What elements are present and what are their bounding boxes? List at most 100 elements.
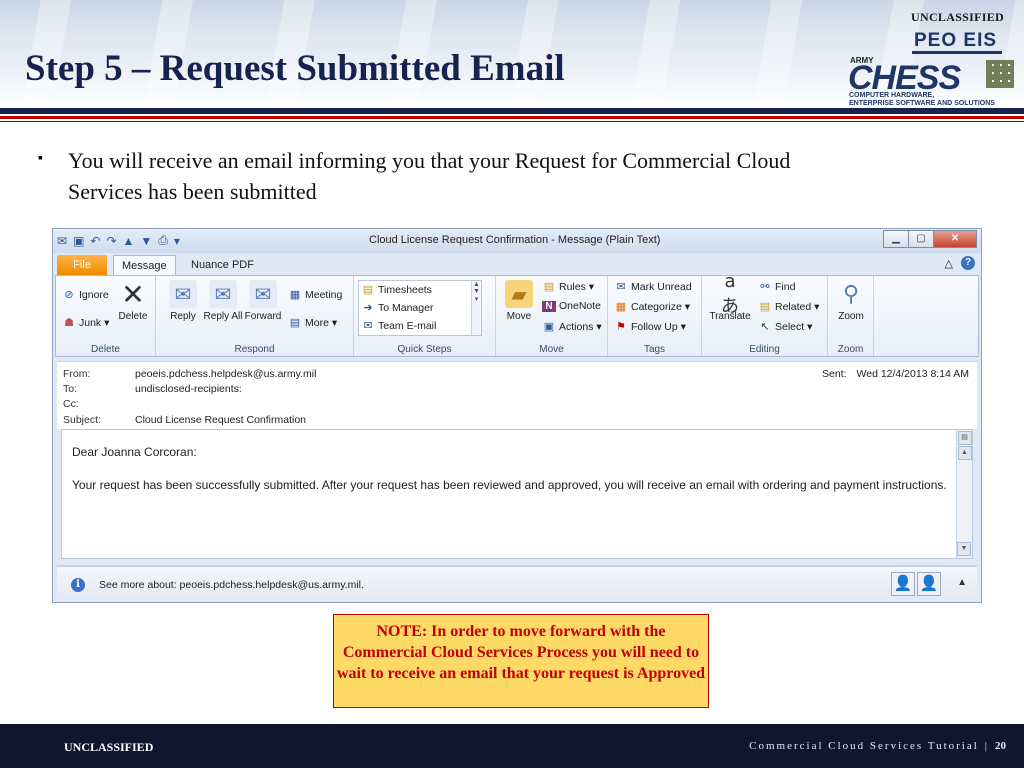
down-arrow-icon[interactable]: ▼ xyxy=(140,234,152,248)
slide-header: UNCLASSIFIED Step 5 – Request Submitted … xyxy=(0,0,1024,108)
timesheets-icon: ▤ xyxy=(362,284,374,296)
message-body[interactable]: Dear Joanna Corcoran: Your request has b… xyxy=(61,429,973,559)
translate-button[interactable]: aあ Translate xyxy=(706,271,754,323)
header-rule-navy xyxy=(0,108,1024,114)
categorize-label: Categorize ▾ xyxy=(631,300,690,313)
up-arrow-icon[interactable]: ▲ xyxy=(123,234,135,248)
move-label: Move xyxy=(506,311,532,322)
reply-all-label: Reply All xyxy=(203,311,243,322)
move-folder-icon: ▰ xyxy=(505,280,533,308)
ribbon-tabs: File Message Nuance PDF △ ? xyxy=(53,253,981,275)
note-box: NOTE: In order to move forward with the … xyxy=(333,614,709,708)
junk-button[interactable]: ☗ Junk ▾ xyxy=(62,316,110,330)
magnifier-icon: ⚲ xyxy=(842,281,860,306)
redo-icon[interactable]: ↷ xyxy=(106,234,116,248)
from-value[interactable]: peoeis.pdchess.helpdesk@us.army.mil xyxy=(135,368,316,380)
contact-avatars: 👤 👤 xyxy=(891,572,941,596)
page-number: 20 xyxy=(995,740,1006,752)
scroll-up-arrow-icon[interactable]: ▲ xyxy=(957,446,972,460)
reply-all-button[interactable]: ✉ Reply All xyxy=(202,280,244,322)
quick-step-team-email[interactable]: ✉ Team E-mail xyxy=(361,319,436,333)
mark-unread-label: Mark Unread xyxy=(631,280,692,293)
mail-icon[interactable]: ✉ xyxy=(57,234,67,248)
delete-button[interactable]: ✕ Delete xyxy=(112,279,154,323)
categorize-button[interactable]: ▦ Categorize ▾ xyxy=(614,300,690,314)
quick-step-timesheets[interactable]: ▤ Timesheets xyxy=(361,283,432,297)
quick-step-to-manager[interactable]: ➜ To Manager xyxy=(361,301,433,315)
follow-up-button[interactable]: ⚑ Follow Up ▾ xyxy=(614,320,686,334)
header-rule-red xyxy=(0,116,1024,119)
rules-button[interactable]: ▤ Rules ▾ xyxy=(542,280,594,294)
cursor-icon: ↖ xyxy=(760,321,770,333)
customize-toolbar-icon[interactable]: ▾ xyxy=(174,234,180,248)
cc-label: Cc: xyxy=(63,398,79,410)
close-button[interactable]: ✕ xyxy=(933,230,977,248)
binoculars-icon: ⚯ xyxy=(760,281,770,293)
footer-classification: UNCLASSIFIED xyxy=(64,740,154,754)
tab-file[interactable]: File xyxy=(57,255,107,275)
subject-value: Cloud License Request Confirmation xyxy=(135,414,307,426)
message-body-text: Dear Joanna Corcoran: Your request has b… xyxy=(72,444,947,510)
onenote-button[interactable]: N OneNote xyxy=(542,300,601,312)
forward-button[interactable]: ✉ Forward xyxy=(242,280,284,322)
mark-unread-icon: ✉ xyxy=(616,281,626,293)
chess-logo: PEO EIS ARMY CHESS COMPUTER HARDWARE, EN… xyxy=(846,28,1018,108)
flag-icon: ⚑ xyxy=(616,321,626,333)
translate-label: Translate xyxy=(709,311,751,322)
cc-row: Cc: xyxy=(63,398,135,410)
body-scrollbar[interactable]: ▤ ▲ ▼ xyxy=(956,430,972,558)
minimize-button[interactable]: ▁ xyxy=(883,230,909,248)
select-button[interactable]: ↖ Select ▾ xyxy=(758,320,812,334)
contact-avatar-icon[interactable]: 👤 xyxy=(891,572,915,596)
see-more-link[interactable]: See more about: peoeis.pdchess.helpdesk@… xyxy=(99,579,364,591)
move-button[interactable]: ▰ Move xyxy=(498,280,540,322)
people-pane: i See more about: peoeis.pdchess.helpdes… xyxy=(57,565,977,601)
group-move-label: Move xyxy=(539,344,564,355)
maximize-button[interactable]: ▢ xyxy=(908,230,934,248)
logo-tagline-1: COMPUTER HARDWARE, xyxy=(849,92,935,99)
bubble-icon[interactable]: ▤ xyxy=(957,431,972,445)
sent-value: Wed 12/4/2013 8:14 AM xyxy=(856,368,969,380)
expand-people-pane-icon[interactable]: ▲ xyxy=(957,577,967,588)
print-icon[interactable]: ⎙ xyxy=(158,233,168,248)
scroll-down-arrow-icon[interactable]: ▼ xyxy=(957,542,971,556)
more-icon: ▤ xyxy=(289,317,301,329)
outlook-message-window: ✉ ▣ ↶ ↷ ▲ ▼ ⎙ ▾ Cloud License Request Co… xyxy=(52,228,982,603)
junk-label: Junk ▾ xyxy=(79,316,110,329)
meeting-label: Meeting xyxy=(305,288,343,301)
window-title: Cloud License Request Confirmation - Mes… xyxy=(369,234,661,246)
from-row: From: peoeis.pdchess.helpdesk@us.army.mi… xyxy=(63,368,316,380)
ignore-button[interactable]: ⊘ Ignore xyxy=(62,288,109,302)
classification-top: UNCLASSIFIED xyxy=(911,10,1004,24)
team-email-icon: ✉ xyxy=(363,320,373,332)
categorize-icon: ▦ xyxy=(615,301,627,313)
ignore-label: Ignore xyxy=(79,288,109,301)
mark-unread-button[interactable]: ✉ Mark Unread xyxy=(614,280,692,294)
reply-button[interactable]: ✉ Reply xyxy=(162,280,204,322)
contact-avatar-icon[interactable]: 👤 xyxy=(917,572,941,596)
footer-title: Commercial Cloud Services Tutorial xyxy=(749,740,979,752)
find-button[interactable]: ⚯ Find xyxy=(758,280,795,294)
quick-steps-scrollbar[interactable]: ▲ ▼ ▾ xyxy=(471,281,481,335)
follow-up-label: Follow Up ▾ xyxy=(631,320,686,333)
actions-button[interactable]: ▣ Actions ▾ xyxy=(542,320,602,334)
help-icon[interactable]: ? xyxy=(961,256,975,270)
undo-icon[interactable]: ↶ xyxy=(90,234,100,248)
chess-logo-text: CHESS xyxy=(848,59,961,97)
zoom-button[interactable]: ⚲ Zoom xyxy=(830,280,872,322)
group-zoom: ⚲ Zoom Zoom xyxy=(828,276,874,356)
forward-icon: ✉ xyxy=(249,280,277,308)
logo-underline xyxy=(912,51,1002,54)
reply-icon: ✉ xyxy=(169,280,197,308)
subject-label: Subject: xyxy=(63,414,101,426)
save-icon[interactable]: ▣ xyxy=(73,234,84,248)
tab-nuance-pdf[interactable]: Nuance PDF xyxy=(183,255,262,275)
minimize-ribbon-icon[interactable]: △ xyxy=(945,257,953,270)
related-button[interactable]: ▤ Related ▾ xyxy=(758,300,820,314)
footer-title-area: Commercial Cloud Services Tutorial | 20 xyxy=(749,740,1006,752)
reply-label: Reply xyxy=(170,311,196,322)
tab-message[interactable]: Message xyxy=(113,255,176,275)
more-respond-button[interactable]: ▤ More ▾ xyxy=(288,316,337,330)
header-rule-thin xyxy=(0,121,1024,122)
meeting-button[interactable]: ▦ Meeting xyxy=(288,288,343,302)
